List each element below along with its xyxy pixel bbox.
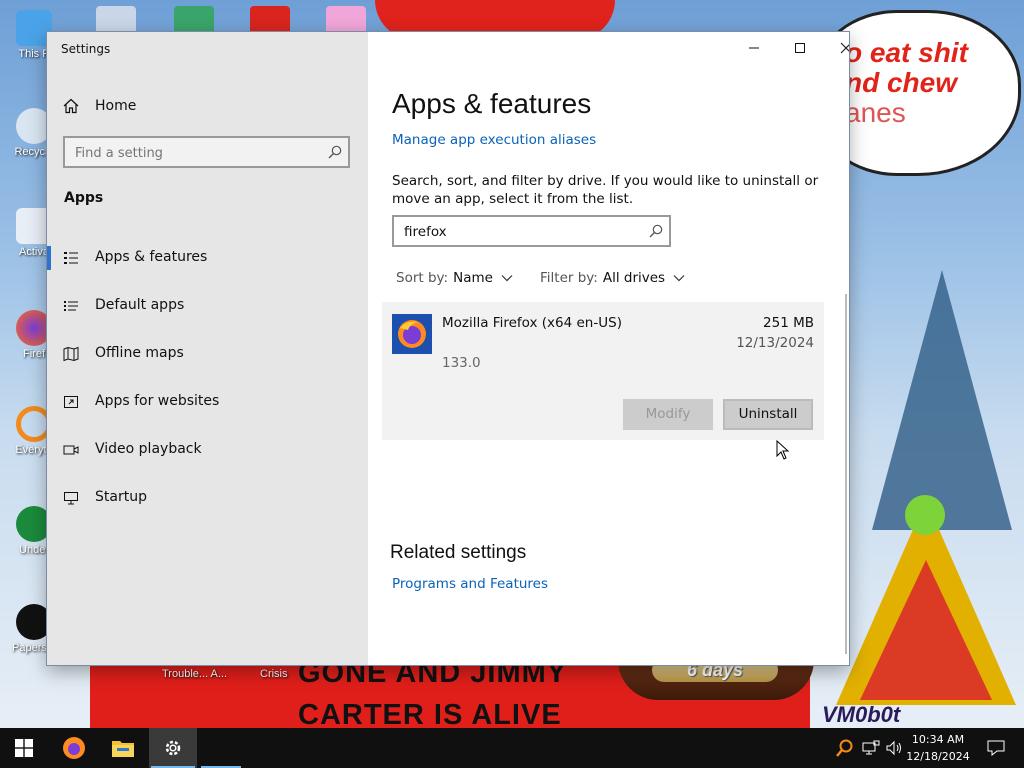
find-setting-input[interactable] bbox=[75, 144, 315, 162]
close-button[interactable] bbox=[823, 32, 849, 64]
everything-search-tray-icon[interactable] bbox=[836, 739, 854, 757]
close-icon bbox=[840, 42, 849, 54]
settings-sidebar: Settings Home Apps Apps & features bbox=[47, 32, 368, 665]
clock-time: 10:34 AM bbox=[911, 733, 965, 746]
page-description: Search, sort, and filter by drive. If yo… bbox=[392, 173, 819, 207]
mouse-cursor-icon bbox=[776, 440, 790, 460]
christmas-tree-lights bbox=[860, 560, 992, 700]
default-apps-icon bbox=[64, 301, 78, 311]
firefox-icon bbox=[392, 314, 432, 354]
firefox-icon bbox=[63, 737, 85, 759]
sidebar-home[interactable]: Home bbox=[63, 94, 136, 118]
app-name: Mozilla Firefox (x64 en-US) bbox=[442, 315, 622, 331]
programs-and-features-link[interactable]: Programs and Features bbox=[392, 576, 548, 592]
filter-by-label: Filter by: bbox=[540, 270, 598, 286]
sidebar-item-label: Video playback bbox=[95, 441, 202, 457]
search-icon[interactable] bbox=[649, 224, 663, 238]
taskbar-file-explorer[interactable] bbox=[99, 728, 147, 768]
offline-maps-icon bbox=[63, 346, 79, 362]
filter-by-dropdown[interactable]: Filter by: All drives bbox=[540, 270, 685, 286]
volume-icon[interactable] bbox=[886, 740, 904, 756]
home-icon bbox=[63, 98, 79, 114]
wallpaper-pine-tree bbox=[872, 270, 1012, 530]
app-list-item[interactable]: Mozilla Firefox (x64 en-US) 251 MB 12/13… bbox=[382, 302, 824, 440]
christmas-tree-top bbox=[905, 495, 945, 535]
sidebar-item-video-playback[interactable]: Video playback bbox=[47, 430, 368, 470]
desktop-icon-crisis-label[interactable]: Crisis bbox=[260, 668, 288, 680]
related-settings-heading: Related settings bbox=[390, 542, 527, 563]
sort-by-value: Name bbox=[453, 270, 493, 286]
windows-logo-icon bbox=[15, 739, 33, 757]
desktop-icon-trouble-label[interactable]: Trouble... A... bbox=[162, 668, 227, 680]
chevron-down-icon bbox=[673, 275, 685, 282]
network-icon[interactable] bbox=[862, 740, 880, 756]
bubble-line-1: o eat shit bbox=[845, 37, 968, 68]
app-install-date: 12/13/2024 bbox=[736, 335, 814, 351]
startup-icon bbox=[64, 492, 78, 505]
clock-date: 12/18/2024 bbox=[906, 750, 970, 763]
folder-icon bbox=[112, 741, 134, 757]
taskbar-running-app[interactable] bbox=[199, 728, 243, 768]
sidebar-section-heading: Apps bbox=[64, 190, 104, 206]
sort-by-label: Sort by: bbox=[396, 270, 449, 286]
manage-app-execution-aliases-link[interactable]: Manage app execution aliases bbox=[392, 132, 596, 148]
bubble-line-3: anes bbox=[845, 97, 906, 128]
page-title: Apps & features bbox=[392, 88, 592, 119]
sidebar-item-label: Apps & features bbox=[95, 249, 208, 265]
sidebar-item-label: Offline maps bbox=[95, 345, 184, 361]
app-search-input[interactable] bbox=[404, 223, 634, 241]
bubble-line-2: nd chew bbox=[845, 67, 958, 98]
sidebar-item-apps-websites[interactable]: Apps for websites bbox=[47, 382, 368, 422]
settings-window: Settings Home Apps Apps & features bbox=[47, 32, 849, 665]
sidebar-item-label: Apps for websites bbox=[95, 393, 220, 409]
sidebar-item-label: Default apps bbox=[95, 297, 185, 313]
taskbar: 10:34 AM 12/18/2024 bbox=[0, 728, 1024, 768]
settings-main-pane: Apps & features Manage app execution ali… bbox=[368, 32, 849, 665]
taskbar-firefox[interactable] bbox=[50, 728, 98, 768]
home-label: Home bbox=[95, 98, 137, 114]
notifications-button[interactable] bbox=[972, 728, 1020, 768]
find-setting-search[interactable] bbox=[63, 136, 350, 168]
app-search-box[interactable] bbox=[392, 215, 671, 247]
notification-icon bbox=[987, 740, 1005, 756]
sidebar-item-default-apps[interactable]: Default apps bbox=[47, 286, 368, 326]
modify-button[interactable]: Modify bbox=[623, 399, 713, 430]
sort-by-dropdown[interactable]: Sort by: Name bbox=[396, 270, 513, 286]
app-version: 133.0 bbox=[442, 355, 481, 371]
search-icon[interactable] bbox=[328, 145, 342, 159]
system-tray bbox=[836, 728, 904, 768]
sidebar-item-apps-features[interactable]: Apps & features bbox=[47, 238, 368, 278]
sidebar-item-label: Startup bbox=[95, 489, 147, 505]
sidebar-item-startup[interactable]: Startup bbox=[47, 478, 368, 518]
maximize-button[interactable] bbox=[777, 32, 823, 64]
filter-by-value: All drives bbox=[602, 270, 666, 286]
start-button[interactable] bbox=[0, 728, 48, 768]
apps-websites-icon bbox=[64, 396, 78, 408]
apps-features-icon bbox=[64, 252, 78, 264]
wallpaper-signature: VM0b0t bbox=[822, 702, 901, 727]
app-size: 251 MB bbox=[763, 315, 814, 331]
uninstall-button[interactable]: Uninstall bbox=[723, 399, 813, 430]
window-title: Settings bbox=[61, 42, 111, 56]
taskbar-settings[interactable] bbox=[149, 728, 197, 768]
maximize-icon bbox=[795, 43, 805, 53]
video-playback-icon bbox=[63, 445, 79, 455]
minimize-button[interactable] bbox=[731, 32, 777, 64]
taskbar-clock[interactable]: 10:34 AM 12/18/2024 bbox=[906, 731, 970, 765]
scrollbar[interactable] bbox=[845, 294, 847, 654]
sidebar-item-offline-maps[interactable]: Offline maps bbox=[47, 334, 368, 374]
banner-line-2: CARTER IS ALIVE bbox=[298, 699, 562, 728]
chevron-down-icon bbox=[501, 275, 513, 282]
gear-icon bbox=[165, 740, 181, 756]
minimize-icon bbox=[749, 47, 759, 49]
wallpaper-bubble-text: o eat shit nd chew anes bbox=[845, 38, 968, 128]
